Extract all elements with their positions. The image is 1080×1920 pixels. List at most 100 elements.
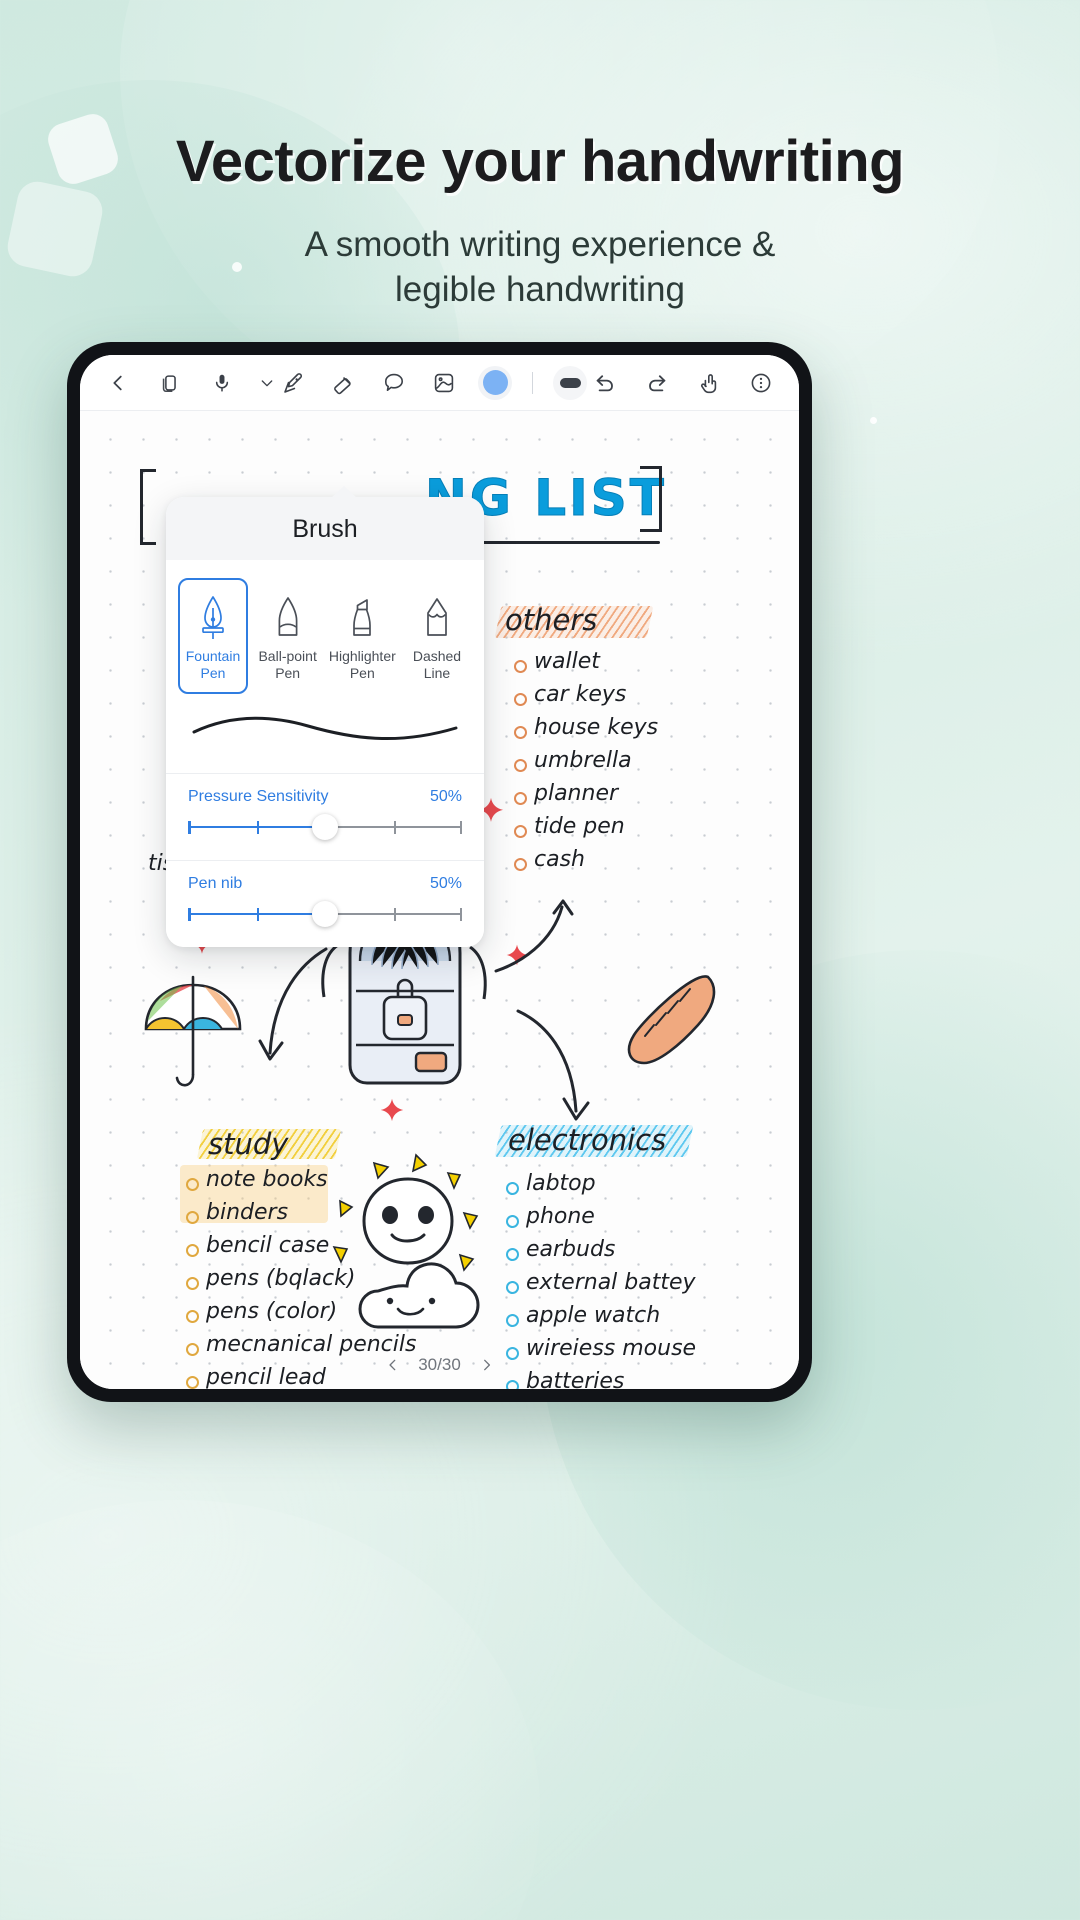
- list-item: tide pen: [512, 814, 658, 839]
- note-canvas[interactable]: NG LIST ag others wallet car keys house …: [80, 411, 799, 1389]
- brush-tool-label-line2: Pen: [200, 664, 226, 681]
- list-electronics: labtop phone earbuds external battey app…: [504, 1171, 696, 1389]
- section-heading-others: others: [505, 603, 598, 637]
- pressure-sensitivity-slider[interactable]: [188, 813, 462, 840]
- slider-tick: [256, 907, 259, 921]
- list-item: house keys: [512, 715, 658, 740]
- brush-tool-label-line1: Highlighter: [328, 648, 396, 664]
- list-item: planner: [512, 781, 658, 806]
- brush-panel-title: Brush: [166, 497, 484, 560]
- list-item: wireiess mouse: [504, 1336, 696, 1361]
- slider-knob[interactable]: [312, 813, 338, 840]
- brush-tool-label-line1: Dashed: [412, 648, 462, 664]
- brush-tool-ball-point-pen[interactable]: Ball-point Pen: [253, 578, 323, 694]
- pen-nib-row: Pen nib 50%: [188, 875, 462, 893]
- fountain-pen-nib-icon: [196, 590, 230, 642]
- pressure-sensitivity-row: Pressure Sensitivity 50%: [188, 788, 462, 806]
- list-item: earbuds: [504, 1237, 696, 1262]
- page-prev-button[interactable]: [384, 1357, 400, 1373]
- undo-arrow-icon[interactable]: [589, 367, 621, 399]
- pressure-sensitivity-value: 50%: [429, 787, 462, 805]
- list-item: car keys: [512, 682, 658, 707]
- hand-pointer-icon[interactable]: [693, 367, 725, 399]
- list-item: apple watch: [504, 1303, 696, 1328]
- list-item: external battey: [504, 1270, 696, 1295]
- brush-popover: Brush Fountain Pen Ball-point Pen Highli…: [166, 486, 484, 947]
- stroke-thickness-button[interactable]: [553, 365, 587, 400]
- curved-arrow-down-right: [516, 1009, 590, 1121]
- slider-tick: [393, 907, 396, 921]
- slider-tick: [459, 820, 462, 834]
- redo-arrow-icon[interactable]: [641, 367, 673, 399]
- pencil-tip-icon: [420, 590, 454, 642]
- page-next-button[interactable]: [479, 1357, 495, 1373]
- brush-tool-label: Dashed Line: [413, 648, 461, 682]
- brush-tool-label-line2: Pen: [275, 664, 301, 681]
- list-others: wallet car keys house keys umbrella plan…: [512, 649, 658, 880]
- slider-tick: [188, 907, 191, 921]
- brush-tool-label-line1: Fountain: [185, 648, 241, 664]
- more-options-icon[interactable]: [745, 367, 777, 399]
- brush-tool-label-line2: Line: [423, 664, 451, 681]
- brush-tool-label: Ball-point Pen: [258, 648, 316, 682]
- highlighter-tip-icon: [345, 590, 379, 642]
- brush-tool-fountain-pen[interactable]: Fountain Pen: [178, 578, 248, 694]
- decor-dot-three: [870, 417, 877, 424]
- list-item: labtop: [504, 1171, 696, 1196]
- toolbar-left-group: [102, 367, 276, 399]
- eraser-icon[interactable]: [328, 367, 360, 399]
- tablet-device-frame: NG LIST ag others wallet car keys house …: [67, 342, 812, 1402]
- slider-knob[interactable]: [312, 900, 338, 927]
- fountain-pen-icon[interactable]: [278, 367, 310, 399]
- tablet-screen: NG LIST ag others wallet car keys house …: [80, 355, 799, 1389]
- hero-subtitle: A smooth writing experience & legible ha…: [0, 223, 1080, 313]
- pen-nib-slider[interactable]: [188, 900, 462, 927]
- hero-section: Vectorize your handwriting A smooth writ…: [0, 0, 1080, 313]
- title-bracket-right: [640, 466, 662, 532]
- hero-subtitle-line1: A smooth writing experience &: [304, 225, 776, 264]
- page-indicator: 30/30: [384, 1355, 495, 1375]
- sparkle-icon: [380, 1098, 404, 1122]
- umbrella-doodle: [144, 975, 242, 1087]
- pen-nib-block: Pen nib 50%: [166, 860, 484, 947]
- back-chevron-icon[interactable]: [102, 367, 134, 399]
- pen-nib-label: Pen nib: [188, 874, 243, 892]
- pressure-sensitivity-block: Pressure Sensitivity 50%: [166, 773, 484, 861]
- pages-copy-icon[interactable]: [154, 367, 186, 399]
- hero-subtitle-line2: legible handwriting: [395, 269, 685, 309]
- pressure-sensitivity-label: Pressure Sensitivity: [188, 787, 329, 805]
- color-swatch: [482, 370, 508, 395]
- list-item: batteries: [504, 1369, 696, 1389]
- section-heading-study: study: [208, 1127, 289, 1161]
- speech-bubble-icon[interactable]: [378, 367, 410, 399]
- stroke-preview-curve: [192, 716, 458, 740]
- slider-tick: [459, 907, 462, 921]
- title-bracket-left: [140, 469, 156, 545]
- toolbar-divider: [532, 371, 533, 394]
- brush-stroke-preview: [166, 701, 484, 774]
- brush-tool-label: Highlighter Pen: [329, 648, 396, 682]
- baguette-doodle: [627, 975, 716, 1065]
- brush-tool-highlighter-pen[interactable]: Highlighter Pen: [327, 578, 397, 694]
- app-toolbar: [80, 355, 799, 411]
- brush-tool-label-line2: Pen: [349, 664, 375, 681]
- ballpoint-pen-tip-icon: [271, 590, 305, 642]
- background-blob-bottom: [0, 1500, 540, 1920]
- brush-tool-dashed-line[interactable]: Dashed Line: [402, 578, 472, 694]
- brush-tool-label: Fountain Pen: [186, 648, 240, 682]
- pen-nib-value: 50%: [429, 874, 462, 892]
- list-item: umbrella: [512, 748, 658, 773]
- slider-tick: [256, 820, 259, 834]
- list-item: wallet: [512, 649, 658, 674]
- list-item: phone: [504, 1204, 696, 1229]
- chevron-down-icon[interactable]: [258, 367, 276, 399]
- section-heading-electronics: electronics: [508, 1123, 667, 1157]
- page-title: Vectorize your handwriting: [175, 129, 905, 194]
- brush-tool-list: Fountain Pen Ball-point Pen Highlighter …: [166, 560, 484, 702]
- insert-image-icon[interactable]: [428, 367, 460, 399]
- color-swatch-button[interactable]: [478, 365, 512, 400]
- page-counter-label: 30/30: [418, 1355, 461, 1374]
- slider-tick: [393, 820, 396, 834]
- microphone-icon[interactable]: [206, 367, 238, 399]
- stroke-pill-icon: [559, 377, 581, 388]
